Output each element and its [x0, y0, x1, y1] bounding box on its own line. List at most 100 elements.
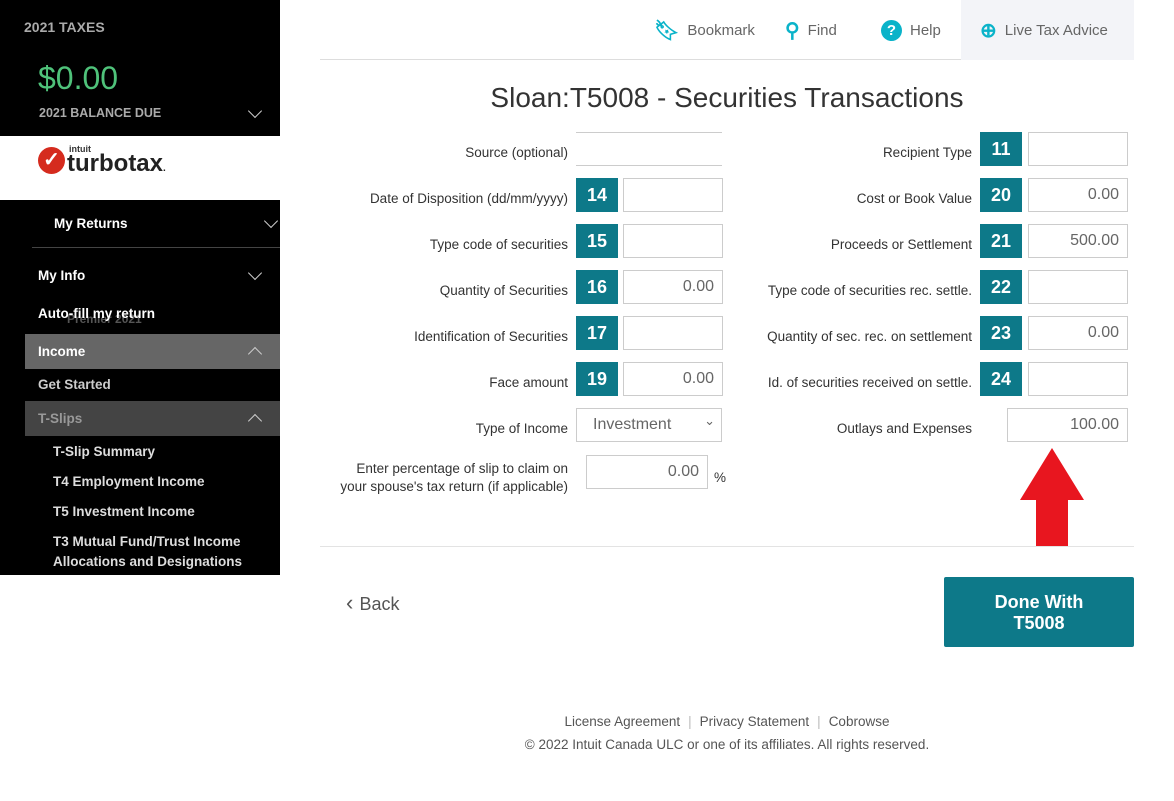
- nav-label: Income: [38, 344, 86, 359]
- box-number-badge: 19: [576, 362, 618, 396]
- sidebar-item-t4[interactable]: T4 Employment Income: [53, 474, 205, 489]
- field-label: Type of Income: [475, 421, 568, 436]
- field-input[interactable]: 0.00: [623, 270, 723, 304]
- type-of-income-select[interactable]: Investment ⌄: [576, 408, 722, 442]
- sidebar-item-income[interactable]: Income: [25, 334, 280, 369]
- field-input[interactable]: [1028, 132, 1128, 166]
- field-input[interactable]: 500.00: [1028, 224, 1128, 258]
- chevron-down-icon: ⌄: [704, 413, 715, 428]
- help-button[interactable]: ? Help: [881, 0, 941, 60]
- field-input[interactable]: [623, 178, 723, 212]
- nav-label: My Returns: [54, 216, 128, 231]
- field-label: Recipient Type: [882, 145, 972, 160]
- field-input[interactable]: 0.00: [623, 362, 723, 396]
- balance-due-label: 2021 BALANCE DUE: [39, 106, 162, 120]
- source-input[interactable]: [576, 132, 722, 166]
- field-input[interactable]: 0.00: [1028, 316, 1128, 350]
- nav-label: Auto-fill my return: [38, 306, 155, 321]
- tax-year-label: 2021 TAXES: [24, 19, 105, 35]
- top-toolbar: 🔖︎ Bookmark ⚲ Find ? Help ⊕ Live Tax Advice: [320, 0, 1134, 60]
- sidebar-item-get-started[interactable]: Get Started: [0, 369, 280, 401]
- chevron-down-icon: [247, 265, 263, 281]
- bookmark-icon: 🔖︎: [654, 19, 680, 42]
- box-number-badge: 20: [980, 178, 1022, 212]
- balance-amount: $0.00: [38, 60, 119, 96]
- field-label: Source (optional): [465, 145, 568, 160]
- field-input[interactable]: 0.00: [1028, 178, 1128, 212]
- done-with-t5008-button[interactable]: Done With T5008: [944, 577, 1134, 647]
- spouse-percentage-label: Enter percentage of slip to claim on your…: [320, 460, 568, 496]
- page-title: Sloan:T5008 - Securities Transactions: [490, 82, 964, 113]
- box-number-badge: 21: [980, 224, 1022, 258]
- bookmark-button[interactable]: 🔖︎ Bookmark: [654, 0, 755, 60]
- box-number-badge: 17: [576, 316, 618, 350]
- box-number-badge: 24: [980, 362, 1022, 396]
- logo-turbotax: turbotax.: [67, 150, 166, 177]
- field-input[interactable]: [623, 224, 723, 258]
- search-icon: ⚲: [785, 19, 800, 42]
- field-label: Identification of Securities: [414, 329, 568, 344]
- nav-label: My Info: [38, 268, 86, 283]
- copyright: © 2022 Intuit Canada ULC or one of its a…: [524, 737, 930, 752]
- label-line: your spouse's tax return (if applicable): [340, 479, 568, 494]
- chevron-up-icon: [247, 413, 263, 429]
- chevron-left-icon: ‹: [346, 590, 360, 615]
- bookmark-label: Bookmark: [687, 21, 755, 39]
- sidebar-item-t-slips[interactable]: T-Slips: [25, 401, 280, 436]
- nav-label: T-Slips: [38, 411, 83, 426]
- field-label: Type code of securities rec. settle.: [767, 283, 972, 298]
- label-line: Enter percentage of slip to claim on: [356, 461, 568, 476]
- field-input[interactable]: [1028, 362, 1128, 396]
- live-label: Live Tax Advice: [1004, 21, 1108, 39]
- chevron-down-icon: [263, 213, 279, 229]
- live-tax-advice-button[interactable]: ⊕ Live Tax Advice: [961, 0, 1134, 60]
- done-label: T5008: [1013, 613, 1065, 633]
- percent-sign: %: [714, 470, 727, 485]
- sidebar: 2021 TAXES $0.00 2021 BALANCE DUE ✓ intu…: [0, 0, 280, 575]
- field-label: Type code of securities: [429, 237, 568, 252]
- field-label: Face amount: [489, 375, 568, 390]
- back-button[interactable]: ‹ Back: [346, 590, 399, 616]
- spouse-percentage-input[interactable]: 0.00: [586, 455, 708, 489]
- sidebar-item-t5[interactable]: T5 Investment Income: [53, 504, 195, 519]
- field-label: Date of Disposition (dd/mm/yyyy): [369, 191, 568, 206]
- box-number-badge: 15: [576, 224, 618, 258]
- box-number-badge: 14: [576, 178, 618, 212]
- nav-label: Get Started: [38, 377, 111, 392]
- turbotax-logo: ✓ intuit turbotax. Premier 2021: [0, 136, 280, 326]
- chevron-down-icon[interactable]: [247, 103, 263, 119]
- sidebar-item-my-returns[interactable]: My Returns: [32, 200, 280, 248]
- outlays-input[interactable]: 100.00: [1007, 408, 1128, 442]
- help-label: Help: [910, 21, 941, 39]
- field-label: Cost or Book Value: [856, 191, 972, 206]
- find-label: Find: [807, 21, 837, 39]
- red-arrow-annotation: [1020, 448, 1084, 547]
- privacy-link[interactable]: Privacy Statement: [692, 714, 818, 729]
- checkmark-logo-icon: ✓: [38, 147, 65, 174]
- field-input[interactable]: [623, 316, 723, 350]
- field-label: Proceeds or Settlement: [830, 237, 972, 252]
- box-number-badge: 23: [980, 316, 1022, 350]
- footer-links: License Agreement | Privacy Statement | Cobr…: [320, 714, 1134, 729]
- sidebar-item-t3[interactable]: T3 Mutual Fund/Trust Income Allocations …: [53, 532, 253, 572]
- balance-panel[interactable]: 2021 TAXES $0.00 2021 BALANCE DUE: [0, 0, 280, 136]
- sidebar-item-t-slip-summary[interactable]: T-Slip Summary: [53, 444, 155, 459]
- chevron-up-icon: [247, 346, 263, 362]
- sidebar-item-my-info[interactable]: My Info: [0, 258, 280, 294]
- back-label: Back: [359, 594, 400, 614]
- license-link[interactable]: License Agreement: [557, 714, 689, 729]
- box-number-badge: 22: [980, 270, 1022, 304]
- live-advice-icon: ⊕: [980, 19, 997, 42]
- help-icon: ?: [881, 19, 902, 41]
- divider: [320, 546, 1134, 547]
- done-label: Done With: [994, 592, 1084, 612]
- cobrowse-link[interactable]: Cobrowse: [821, 714, 898, 729]
- box-number-badge: 16: [576, 270, 618, 304]
- find-button[interactable]: ⚲ Find: [785, 0, 837, 60]
- field-label: Quantity of Securities: [439, 283, 568, 298]
- field-label: Quantity of sec. rec. on settlement: [767, 329, 972, 344]
- field-label: Id. of securities received on settle.: [767, 375, 972, 390]
- sidebar-item-auto-fill[interactable]: Auto-fill my return: [0, 296, 280, 332]
- field-input[interactable]: [1028, 270, 1128, 304]
- field-label: Outlays and Expenses: [836, 421, 972, 436]
